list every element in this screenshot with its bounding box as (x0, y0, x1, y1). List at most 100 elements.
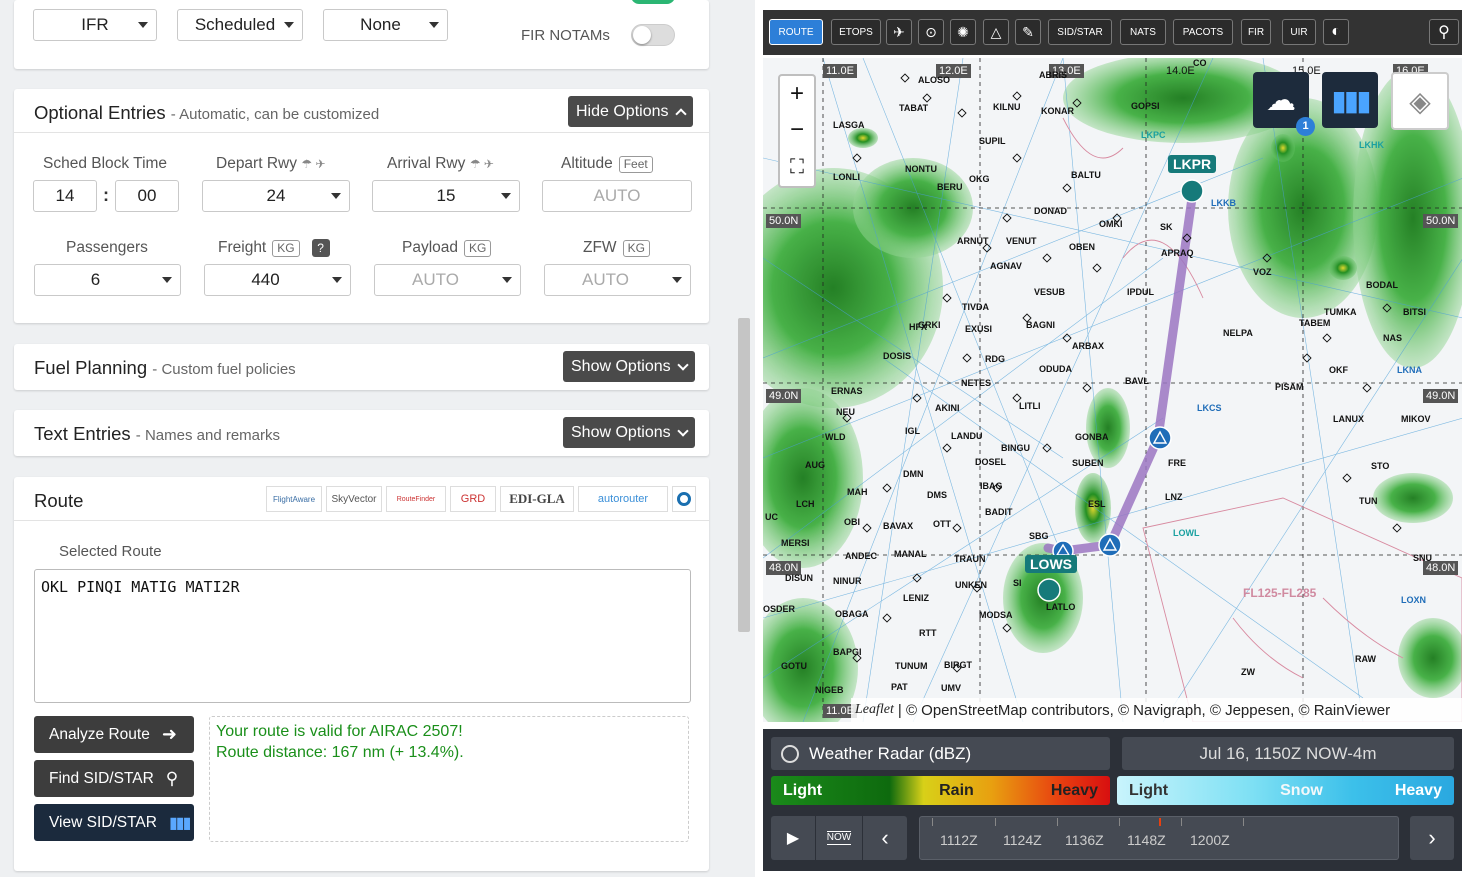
route-textarea[interactable]: OKL PINQI MATIG MATI2R (34, 569, 691, 703)
text-show-options-button[interactable]: Show Options (563, 417, 695, 448)
flight-rules-select[interactable]: IFR (33, 9, 157, 41)
airway-icon[interactable]: ✎ (1015, 19, 1041, 45)
vor-icon[interactable]: ⊙ (918, 19, 944, 45)
waypoint-label: OKF (1329, 365, 1348, 375)
depart-rwy-select[interactable]: 24 (202, 180, 350, 212)
waypoint-label: OBAGA (835, 609, 869, 619)
help-icon[interactable]: ? (311, 239, 330, 257)
optional-entries-title: Optional Entries (34, 102, 166, 123)
timeline-label: 1200Z (1190, 832, 1230, 848)
waypoint-label: LENIZ (903, 593, 929, 603)
departure-airport-label[interactable]: LOWS (1025, 555, 1077, 573)
rain-label: Rain (939, 781, 974, 799)
waypoint-label: SBG (1029, 531, 1049, 541)
waypoint-label: NELPA (1223, 328, 1253, 338)
zoom-out-button[interactable]: − (781, 113, 813, 147)
sched-hour-input[interactable]: 14 (33, 180, 97, 212)
waypoint-label: IBAG (980, 481, 1003, 491)
weather-icon: ☂ ✈ (301, 157, 326, 171)
waypoint-label: BAGNI (1026, 320, 1055, 330)
text-entries-header: Text Entries - Names and remarks (34, 423, 280, 445)
passengers-select[interactable]: 6 (34, 264, 181, 296)
waypoint-label: UNKEN (955, 580, 988, 590)
waypoint-label: BINGU (1001, 443, 1030, 453)
view-sidstar-button[interactable]: View SID/STAR ▮▮▮ (34, 804, 194, 841)
selected-route-label: Selected Route (59, 543, 162, 560)
chevron-down-icon (502, 277, 512, 283)
waypoint-label: RDG (985, 354, 1005, 364)
leaflet-link[interactable]: Leaflet (855, 702, 894, 718)
payload-select[interactable]: AUTO (374, 264, 521, 296)
flight-extra-select[interactable]: None (323, 9, 448, 41)
waypoint-label: NAS (1383, 333, 1403, 343)
waypoint-triangle-icon[interactable]: △ (983, 19, 1009, 45)
sched-minute-value: 00 (137, 186, 157, 205)
waypoint-label: MANAL (894, 549, 927, 559)
waypoint-label: DMS (927, 490, 947, 500)
contrast-icon[interactable]: ◐ (1323, 19, 1349, 45)
timeline-tick (1119, 818, 1120, 826)
waypoint-label: FRE (1168, 458, 1186, 468)
find-sidstar-button[interactable]: Find SID/STAR ⚲ (34, 760, 194, 797)
play-button[interactable]: ▶ (771, 816, 815, 860)
map-search-icon[interactable]: ⚲ (1429, 19, 1459, 45)
waypoint-label: SNU (1413, 553, 1433, 563)
arrival-airport-label[interactable]: LKPR (1168, 155, 1217, 173)
tool-nats[interactable]: NATS (1120, 19, 1166, 45)
zfw-unit-badge[interactable]: KG (622, 240, 650, 257)
rain-legend: Light Rain Heavy (771, 776, 1110, 805)
zfw-select[interactable]: AUTO (544, 264, 691, 296)
skyvector-link[interactable]: SkyVector (326, 486, 382, 512)
edi-gla-link[interactable]: EDI-GLA (500, 486, 574, 512)
waypoint-label: GRKI (918, 320, 941, 330)
now-button[interactable]: NOW (816, 816, 862, 860)
waypoint-label: LOXN (1401, 595, 1427, 605)
text-entries-panel: Text Entries - Names and remarks Show Op… (14, 410, 709, 456)
depart-rwy-text: Depart Rwy (216, 155, 297, 172)
tool-route[interactable]: ROUTE (769, 19, 823, 45)
zoom-in-button[interactable]: + (781, 77, 813, 111)
map-style-button[interactable]: ▮▮▮ (1322, 72, 1378, 128)
waypoint-label: UMV (941, 683, 961, 693)
sched-hour-value: 14 (55, 186, 75, 205)
waypoint-label: BITSI (1403, 307, 1427, 317)
waypoint-label: SUPIL (979, 136, 1006, 146)
tool-uir[interactable]: UIR (1282, 19, 1316, 45)
altitude-input[interactable]: AUTO (542, 180, 692, 212)
next-frame-button[interactable]: › (1410, 816, 1454, 860)
grd-link[interactable]: GRD (450, 486, 496, 512)
tool-fir[interactable]: FIR (1241, 19, 1271, 45)
flightaware-link[interactable]: FlightAware (266, 486, 322, 512)
freight-unit-badge[interactable]: KG (272, 240, 300, 257)
payload-unit-badge[interactable]: KG (464, 240, 492, 257)
fuel-show-options-button[interactable]: Show Options (563, 351, 695, 382)
fir-notams-label: FIR NOTAMs (521, 27, 610, 44)
arrival-rwy-select[interactable]: 15 (372, 180, 520, 212)
top-toggle-partial[interactable] (631, 0, 675, 4)
sched-minute-input[interactable]: 00 (115, 180, 179, 212)
analyze-route-button[interactable]: Analyze Route ➜ (34, 716, 194, 753)
routefinder-link[interactable]: RouteFinder (386, 486, 446, 512)
page-scrollbar[interactable] (738, 318, 750, 632)
freight-select[interactable]: 440 (204, 264, 351, 296)
prev-frame-button[interactable]: ‹ (863, 816, 907, 860)
zfw-value: AUTO (582, 270, 629, 289)
fir-notams-toggle[interactable] (631, 24, 675, 46)
payload-value: AUTO (412, 270, 459, 289)
tool-etops[interactable]: ETOPS (831, 19, 881, 45)
altitude-unit-badge[interactable]: Feet (618, 156, 653, 173)
layers-button[interactable]: ◈ (1391, 72, 1449, 130)
map-canvas[interactable]: 11.0E 12.0E 13.0E 14.0E 15.0E 16.0E 11.0… (763, 58, 1462, 722)
airplane-icon[interactable]: ✈ (886, 19, 912, 45)
depart-rwy-value: 24 (266, 186, 286, 205)
eurocontrol-icon[interactable] (672, 486, 696, 512)
hide-options-button[interactable]: Hide Options (568, 96, 693, 127)
fullscreen-icon[interactable]: ⛶ (781, 150, 813, 184)
flight-type-select[interactable]: Scheduled (177, 9, 303, 41)
waypoint-label: ODUDA (1039, 364, 1072, 374)
autorouter-link[interactable]: autorouter (578, 486, 668, 512)
waypoint-label: NINUR (833, 576, 862, 586)
tool-pacots[interactable]: PACOTS (1173, 19, 1233, 45)
ndb-icon[interactable]: ✺ (950, 19, 976, 45)
tool-sidstar[interactable]: SID/STAR (1048, 19, 1112, 45)
